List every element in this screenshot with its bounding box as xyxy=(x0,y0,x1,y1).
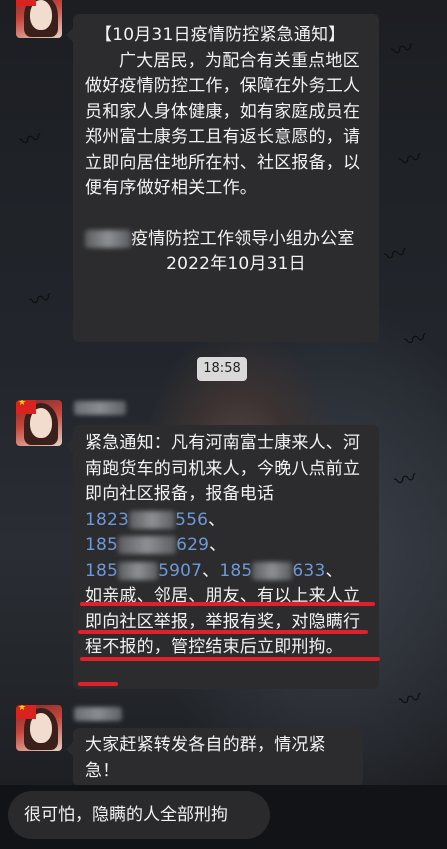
phone-line: 185 629、 xyxy=(85,535,227,555)
highlight-underline xyxy=(80,657,380,661)
sender-nickname xyxy=(74,707,122,721)
urgent-warning: 如亲戚、邻居、朋友、有以上来人立即向社区举报，举报有奖，对隐瞒行程不报的，管控结… xyxy=(85,586,361,657)
message-bubble-urgent[interactable]: 紧急通知：凡有河南富士康来人、河南跑货车的司机来人，今晚八点前立即向社区报备，报… xyxy=(66,425,379,689)
forward-text: 大家赶紧转发各自的群，情况紧急！ xyxy=(85,735,326,781)
notice-date: 2022年10月31日 xyxy=(166,254,306,274)
sender-nickname xyxy=(74,401,126,415)
phone-line: 1823 556、 xyxy=(85,509,226,530)
timestamp: 18:58 xyxy=(197,357,247,381)
highlight-underline xyxy=(78,630,368,634)
phone-number-link[interactable]: 185 633 xyxy=(219,561,325,581)
bird-silhouette-icon: 〰 xyxy=(402,325,430,356)
redacted-text xyxy=(85,229,131,248)
phone-number-link[interactable]: 185 629 xyxy=(85,535,209,555)
message-bubble-notice[interactable]: 【10月31日疫情防控紧急通知】 广大居民，为配合有关重点地区做好疫情防控工作，… xyxy=(66,14,379,342)
urgent-intro: 紧急通知：凡有河南富士康来人、河南跑货车的司机来人，今晚八点前立即向社区报备，报… xyxy=(85,433,361,504)
highlight-underline xyxy=(80,602,375,606)
bird-silhouette-icon: 〰 xyxy=(397,145,425,176)
sender-avatar[interactable] xyxy=(16,400,62,446)
phone-number-link[interactable]: 185 5907 xyxy=(85,561,202,581)
notice-title: 【10月31日疫情防控紧急通知】 xyxy=(95,25,346,45)
sender-avatar[interactable] xyxy=(16,705,62,751)
highlight-underline xyxy=(78,682,118,686)
bird-silhouette-icon: 〰 xyxy=(27,285,55,316)
bird-silhouette-icon: 〰 xyxy=(382,240,410,271)
message-bubble-forward[interactable]: 大家赶紧转发各自的群，情况紧急！ xyxy=(66,728,363,786)
bird-silhouette-icon: 〰 xyxy=(397,685,425,716)
bird-silhouette-icon: 〰 xyxy=(17,125,45,156)
notice-signature: 疫情防控工作领导小组办公室 xyxy=(85,227,367,253)
reply-bubble[interactable]: 很可怕，隐瞒的人全部刑拘 xyxy=(8,791,270,839)
bird-silhouette-icon: 〰 xyxy=(389,35,417,66)
phone-line: 185 5907、185 633、 xyxy=(85,560,343,581)
notice-body: 广大居民，为配合有关重点地区做好疫情防控工作，保障在外务工人员和家人身体健康，如… xyxy=(85,50,361,199)
phone-number-link[interactable]: 1823 556 xyxy=(85,510,208,530)
bird-silhouette-icon: 〰 xyxy=(392,465,420,496)
sender-avatar[interactable] xyxy=(16,0,62,38)
